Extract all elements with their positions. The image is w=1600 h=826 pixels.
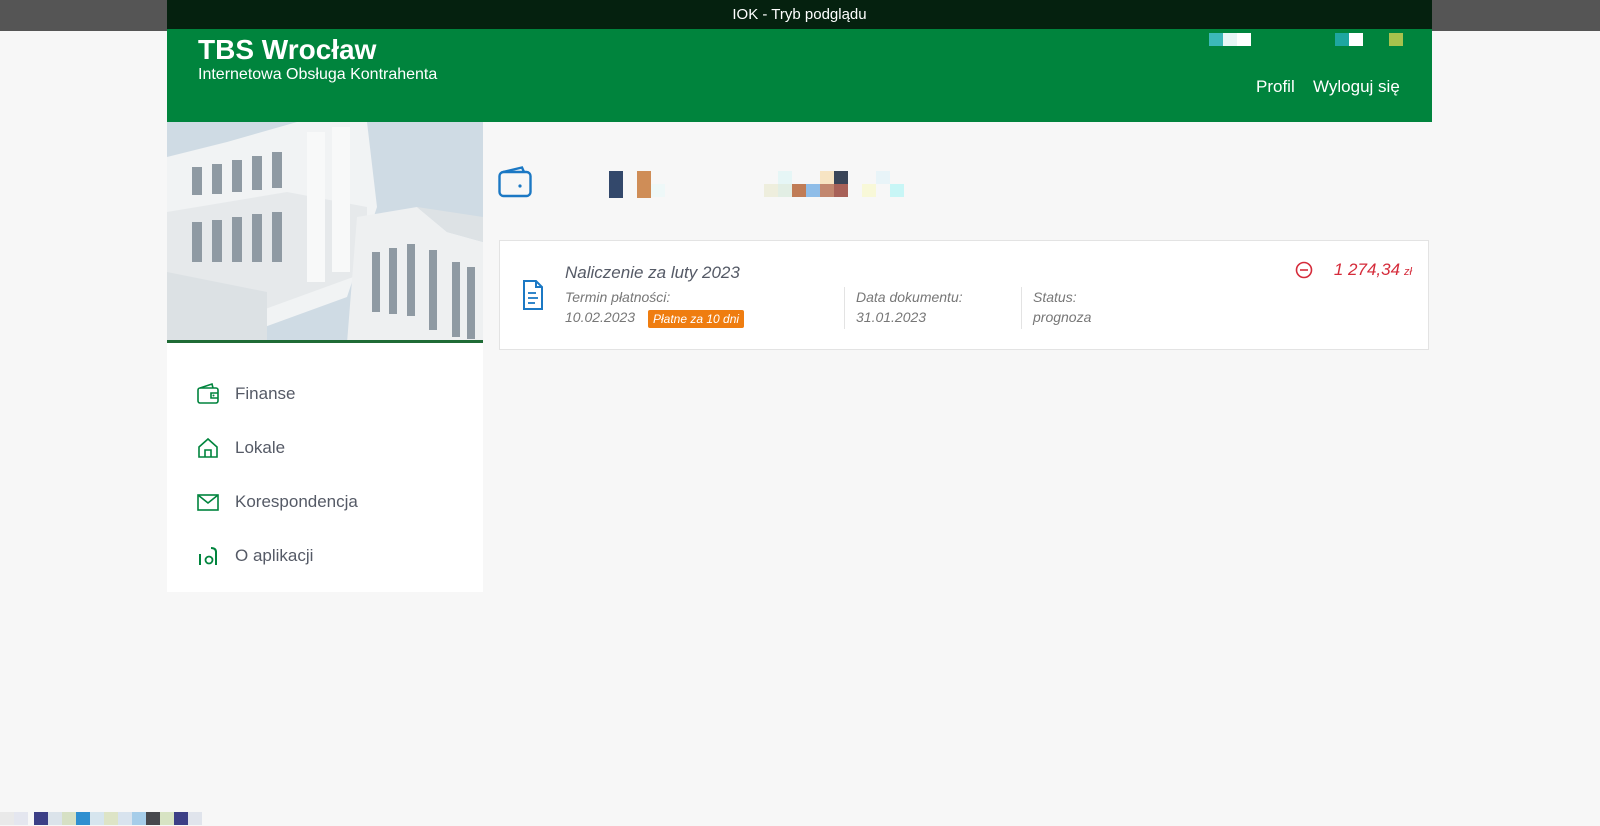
- status-label: Status:: [1033, 289, 1077, 305]
- document-icon: [523, 280, 543, 310]
- payment-due-label: Termin płatności:: [565, 289, 671, 305]
- sidebar-item-o-aplikacji[interactable]: O aplikacji: [167, 529, 483, 583]
- divider: [844, 287, 845, 329]
- doc-date-value: 31.01.2023: [856, 309, 927, 325]
- brand-subtitle: Internetowa Obsługa Kontrahenta: [198, 66, 438, 83]
- sidebar-item-korespondencja[interactable]: Korespondencja: [167, 475, 483, 529]
- wallet-icon: [197, 382, 219, 404]
- payment-due-badge: Płatne za 10 dni: [648, 310, 745, 328]
- sidebar-item-label: Korespondencja: [235, 492, 358, 511]
- sidebar-item-finanse[interactable]: Finanse: [167, 367, 483, 421]
- preview-mode-bar: IOK - Tryb podglądu: [167, 0, 1432, 29]
- brand-title: TBS Wrocław: [198, 34, 377, 65]
- building-photo: [167, 122, 483, 343]
- sidebar-item-label: O aplikacji: [235, 546, 314, 565]
- divider: [1021, 287, 1022, 329]
- minus-circle-icon: [1295, 261, 1313, 279]
- sidebar-menu: Finanse Lokale Korespondencja O aplikacj…: [167, 343, 483, 592]
- document-title: Naliczenie za luty 2023: [565, 263, 740, 282]
- app-header: TBS Wrocław Internetowa Obsługa Kontrahe…: [167, 29, 1432, 122]
- status-value: prognoza: [1033, 309, 1092, 325]
- wallet-icon: [498, 166, 532, 198]
- document-amount: 1 274,34 zł: [1334, 260, 1412, 280]
- amount-currency: zł: [1404, 266, 1412, 278]
- document-card[interactable]: Naliczenie za luty 2023 Termin płatności…: [499, 240, 1429, 350]
- amount-value: 1 274,34: [1333, 260, 1401, 279]
- doc-date-label: Data dokumentu:: [856, 289, 963, 305]
- house-icon: [198, 437, 218, 458]
- sidebar-item-label: Finanse: [235, 384, 296, 403]
- profile-link[interactable]: Profil: [1256, 77, 1295, 97]
- sidebar-item-label: Lokale: [235, 438, 286, 457]
- envelope-icon: [197, 494, 219, 511]
- sidebar-item-lokale[interactable]: Lokale: [167, 421, 483, 475]
- preview-mode-title: IOK - Tryb podglądu: [732, 6, 867, 23]
- logout-link[interactable]: Wyloguj się: [1313, 77, 1400, 97]
- payment-due-value: 10.02.2023: [565, 309, 636, 325]
- info-icon: [199, 547, 217, 565]
